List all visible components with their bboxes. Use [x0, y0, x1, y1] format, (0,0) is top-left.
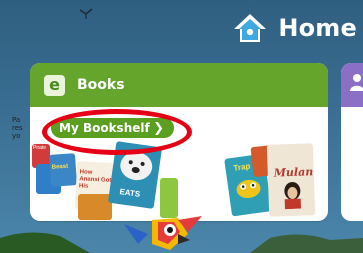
parrot-illustration	[124, 216, 202, 250]
book-cover-title: Mulan	[273, 165, 314, 180]
side-text-line: res	[12, 124, 23, 132]
books-card-title: Books	[77, 77, 125, 93]
person-icon	[350, 74, 363, 91]
home-icon	[234, 14, 267, 42]
side-card[interactable]	[341, 63, 363, 221]
books-card-header: e Books	[30, 63, 328, 107]
book-cover[interactable]: Beast	[48, 153, 78, 187]
book-cover[interactable]: Mulan	[266, 143, 316, 217]
chevron-right-icon: ❯	[153, 120, 164, 136]
side-card-text: Pa res yo	[12, 116, 30, 140]
page-title: Home	[278, 14, 357, 42]
book-cover-title: How Anansi Got His	[78, 169, 112, 190]
side-text-line: Pa	[12, 116, 21, 124]
side-text-line: yo	[12, 132, 21, 140]
my-bookshelf-label: My Bookshelf	[59, 121, 150, 135]
home-header[interactable]: Home	[232, 12, 363, 44]
mulan-figure-icon	[284, 181, 302, 210]
polar-bear-icon	[120, 152, 153, 181]
book-cover-title: Beast	[51, 163, 69, 171]
bird-icon	[79, 8, 93, 19]
book-cover[interactable]	[160, 178, 178, 218]
book-cover-title: EATS	[118, 187, 141, 199]
book-covers[interactable]: Pirate Beast How Anansi Got His EATS Tra…	[30, 140, 328, 221]
my-bookshelf-button[interactable]: My Bookshelf ❯	[51, 118, 174, 138]
book-cover[interactable]	[78, 194, 112, 220]
side-card-header	[341, 63, 363, 107]
ebook-icon: e	[44, 74, 65, 96]
book-cover-title: Pirate	[33, 145, 47, 151]
book-cover[interactable]: EATS	[107, 141, 163, 209]
